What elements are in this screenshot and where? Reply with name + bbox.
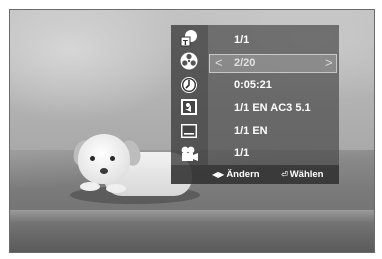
- select-hint[interactable]: ⏎ Wählen: [281, 165, 323, 184]
- puppy-head: [78, 134, 130, 184]
- puppy-paw-left: [80, 182, 100, 191]
- title-icon[interactable]: T: [179, 28, 199, 48]
- chapter-next-arrow[interactable]: >: [325, 55, 333, 71]
- puppy-nose: [100, 168, 108, 174]
- left-right-arrows-icon: ◀▶: [212, 170, 225, 179]
- icon-column: T: [171, 25, 208, 165]
- title-value: 1/1: [234, 34, 250, 46]
- puppy-eye-right: [110, 156, 115, 161]
- chapter-icon[interactable]: [179, 51, 199, 71]
- info-menu-footer: ◀▶ Ändern ⏎ Wählen: [171, 165, 339, 184]
- chapter-value: 2/20: [234, 57, 256, 69]
- chapter-selector[interactable]: [209, 54, 337, 73]
- change-hint[interactable]: ◀▶ Ändern: [212, 165, 260, 184]
- puppy-paw-right: [106, 184, 126, 193]
- chapter-prev-arrow[interactable]: <: [215, 55, 223, 71]
- time-icon[interactable]: [179, 75, 199, 95]
- time-value: 0:05:21: [234, 79, 272, 91]
- enter-icon: ⏎: [281, 170, 288, 179]
- subtitle-icon[interactable]: [179, 121, 199, 141]
- puppy-eye-left: [90, 156, 95, 161]
- camera-angle-value: 1/1: [234, 147, 250, 159]
- svg-text:T: T: [183, 39, 188, 47]
- audio-icon[interactable]: [179, 97, 199, 117]
- background-edge: [10, 210, 374, 252]
- change-label: Ändern: [226, 169, 260, 180]
- subtitle-value: 1/1 EN: [234, 125, 268, 137]
- audio-value: 1/1 EN AC3 5.1: [234, 102, 311, 114]
- info-menu-panel: T 1/1 < 2/20 > 0:05:21 1/1 EN AC3 5.1 1/…: [171, 25, 339, 184]
- camera-angle-icon[interactable]: [179, 144, 199, 164]
- select-label: Wählen: [289, 169, 324, 180]
